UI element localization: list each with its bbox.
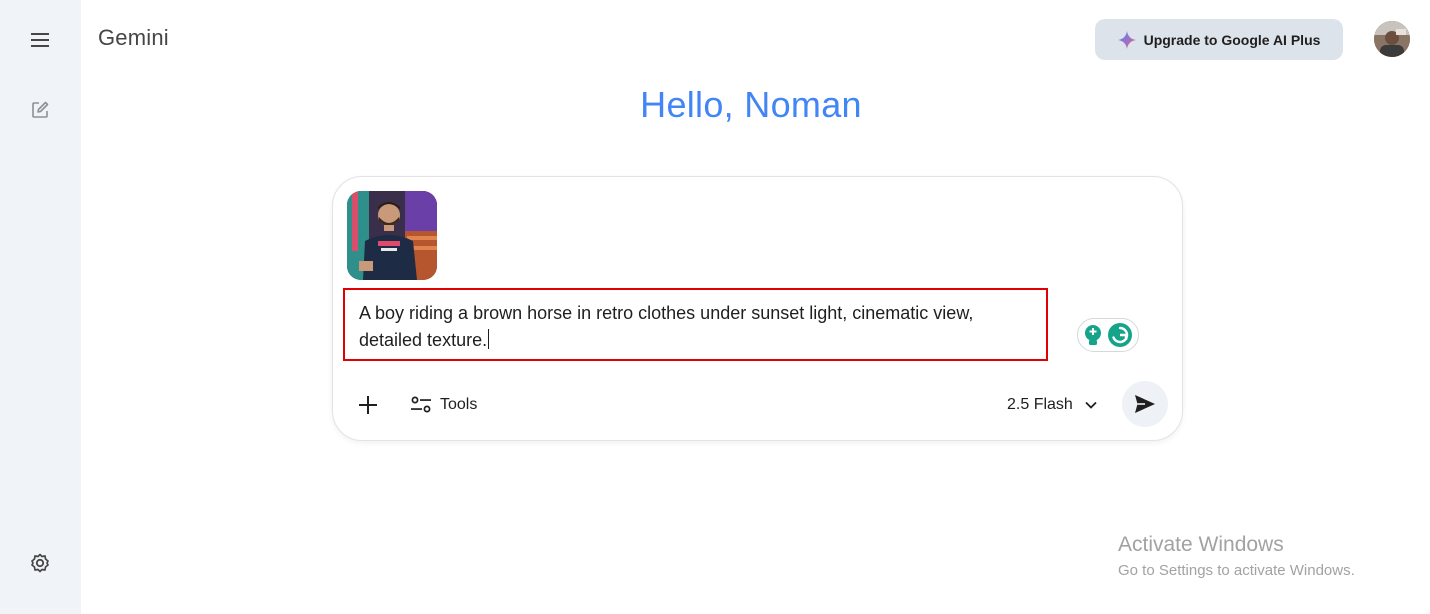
main-menu-button[interactable] [20, 20, 60, 60]
tools-button[interactable]: Tools [411, 391, 477, 419]
tools-label: Tools [440, 396, 478, 413]
prompt-composer: A boy riding a brown horse in retro clot… [332, 176, 1183, 441]
sparkle-icon [1117, 30, 1136, 49]
lightbulb-icon [1085, 325, 1101, 345]
app-title[interactable]: Gemini [98, 25, 169, 51]
avatar-image [1374, 21, 1410, 57]
avatar[interactable] [1374, 21, 1410, 57]
activate-windows-subtitle: Go to Settings to activate Windows. [1118, 562, 1355, 579]
settings-button[interactable] [20, 543, 60, 583]
tune-icon [411, 396, 431, 413]
hamburger-menu-icon [31, 33, 49, 47]
model-label: 2.5 Flash [1007, 396, 1073, 413]
send-icon [1135, 395, 1155, 413]
grammar-assistant-widget[interactable] [1077, 318, 1139, 352]
model-selector[interactable]: 2.5 Flash [1007, 391, 1097, 419]
app-root: Gemini Upgrade to Google AI Plus Hello, … [0, 0, 1430, 614]
gear-icon [31, 553, 49, 573]
text-caret [488, 329, 490, 349]
prompt-input[interactable]: A boy riding a brown horse in retro clot… [343, 288, 1048, 361]
plus-icon [359, 396, 377, 414]
attached-image-thumbnail[interactable] [347, 191, 437, 280]
greeting: Hello, Noman [640, 84, 862, 125]
attached-image [347, 191, 437, 280]
upgrade-button[interactable]: Upgrade to Google AI Plus [1095, 19, 1343, 60]
send-button[interactable] [1122, 381, 1168, 427]
prompt-text: A boy riding a brown horse in retro clot… [359, 303, 974, 350]
grammarly-icon [1108, 323, 1132, 347]
upgrade-label: Upgrade to Google AI Plus [1143, 31, 1321, 48]
chevron-down-icon [1085, 401, 1097, 409]
activate-windows-title: Activate Windows [1118, 533, 1284, 556]
add-attachment-button[interactable] [355, 392, 381, 418]
